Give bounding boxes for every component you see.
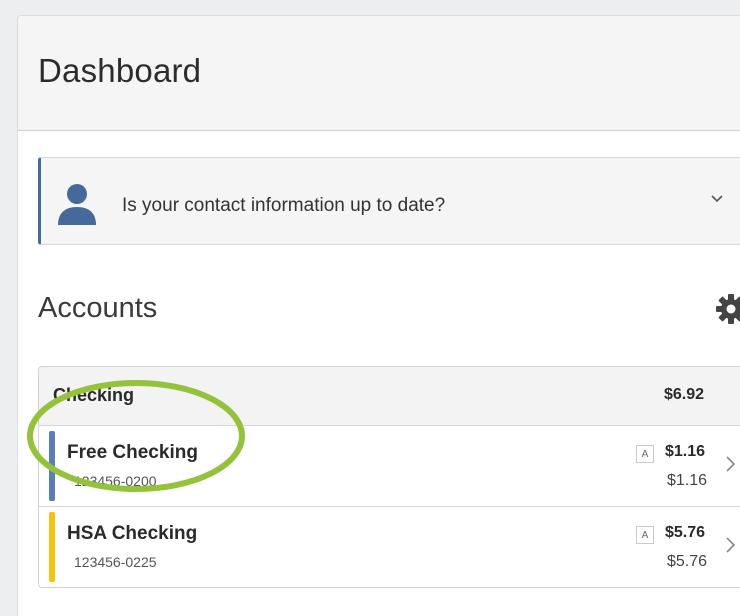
- account-balance: $1.16: [665, 443, 706, 460]
- accounts-heading: Accounts: [38, 292, 158, 324]
- account-number: 123456-0225: [74, 554, 157, 570]
- user-icon: [58, 184, 96, 225]
- alert-message: Is your contact information up to date?: [122, 195, 446, 216]
- accounts-card: Checking $6.92 Free Checking 123456-0200…: [38, 366, 740, 588]
- chevron-down-icon[interactable]: [709, 190, 725, 206]
- page-title: Dashboard: [38, 52, 202, 89]
- account-available-balance: $5.76: [667, 553, 708, 570]
- account-available-balance: $1.16: [667, 472, 708, 489]
- account-name: Free Checking: [67, 442, 198, 463]
- account-badge: A: [636, 526, 654, 544]
- account-badge: A: [636, 445, 654, 463]
- account-group-header: Checking $6.92: [39, 367, 740, 426]
- account-name: HSA Checking: [67, 523, 198, 544]
- account-row-hsa-checking[interactable]: HSA Checking 123456-0225 A $5.76 $5.76: [39, 507, 740, 587]
- account-color-bar: [49, 512, 55, 582]
- account-number: 123456-0200: [74, 473, 157, 489]
- account-color-bar: [49, 431, 55, 501]
- account-balance: $5.76: [665, 524, 706, 541]
- chevron-right-icon[interactable]: [723, 535, 737, 555]
- contact-info-alert[interactable]: Is your contact information up to date?: [38, 157, 740, 245]
- account-group-name: Checking: [53, 385, 135, 405]
- account-group-total: $6.92: [664, 386, 705, 403]
- chevron-right-icon[interactable]: [723, 454, 737, 474]
- gear-icon[interactable]: [715, 293, 740, 325]
- account-row-free-checking[interactable]: Free Checking 123456-0200 A $1.16 $1.16: [39, 426, 740, 507]
- page-header: Dashboard: [18, 16, 740, 131]
- dashboard-panel: Dashboard Is your contact information up…: [17, 15, 740, 616]
